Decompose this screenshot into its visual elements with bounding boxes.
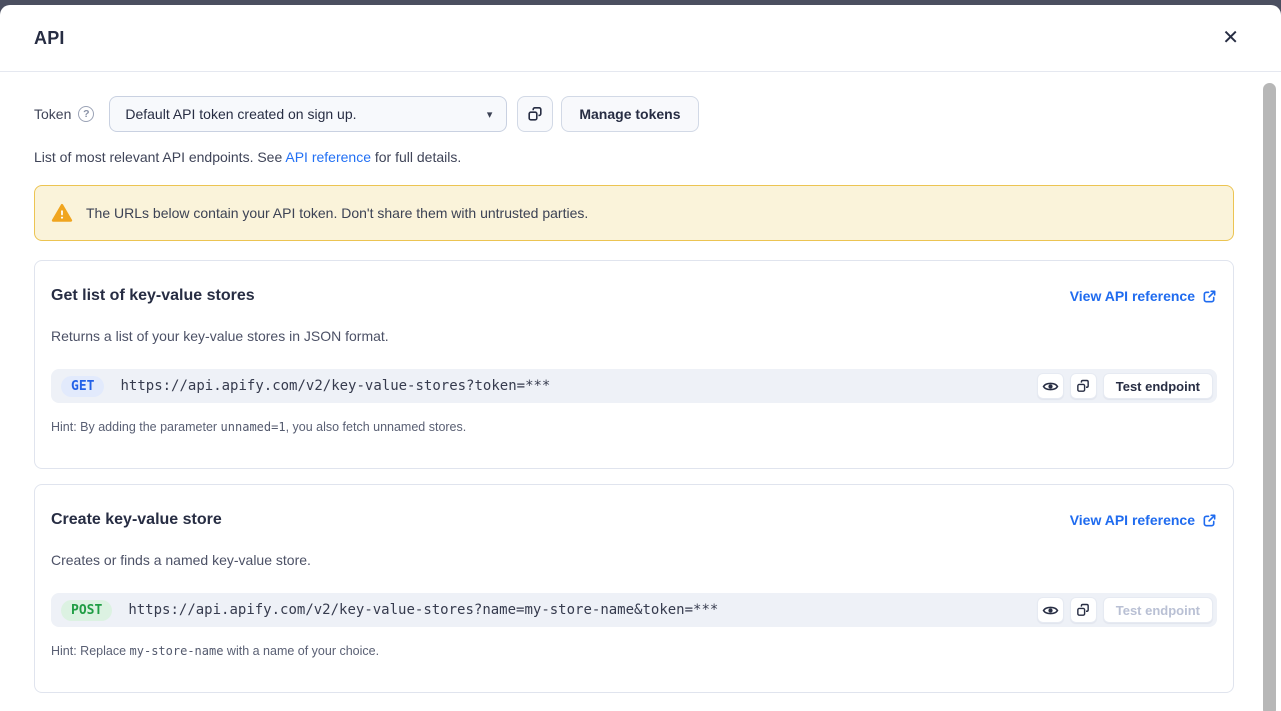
copy-url-button[interactable] — [1070, 597, 1097, 623]
card-title: Create key-value store — [51, 511, 222, 529]
chevron-down-icon: ▾ — [487, 108, 493, 121]
warning-banner: The URLs below contain your API token. D… — [34, 185, 1234, 241]
eye-icon — [1042, 378, 1059, 395]
page-backdrop: API ✕ Token ? Default API token created … — [0, 0, 1281, 711]
api-modal: API ✕ Token ? Default API token created … — [0, 5, 1281, 711]
token-label: Token — [34, 106, 71, 122]
card-head: Get list of key-value stores View API re… — [51, 287, 1217, 305]
token-select[interactable]: Default API token created on sign up. ▾ — [109, 96, 507, 132]
card-description: Returns a list of your key-value stores … — [51, 328, 1217, 345]
copy-url-button[interactable] — [1070, 373, 1097, 399]
endpoint-hint: Hint: Replace my-store-name with a name … — [51, 644, 1217, 658]
hint-code: unnamed=1 — [221, 420, 286, 434]
warning-icon — [51, 202, 73, 224]
eye-icon — [1042, 602, 1059, 619]
intro-after: for full details. — [371, 149, 461, 165]
modal-header: API ✕ — [0, 5, 1281, 72]
hint-after: with a name of your choice. — [223, 644, 379, 658]
copy-icon — [1075, 602, 1091, 618]
close-icon: ✕ — [1222, 27, 1239, 49]
modal-body: Token ? Default API token created on sig… — [0, 72, 1281, 693]
test-endpoint-button[interactable]: Test endpoint — [1103, 597, 1213, 623]
intro-before: List of most relevant API endpoints. See — [34, 149, 285, 165]
card-description: Creates or finds a named key-value store… — [51, 552, 1217, 569]
modal-title: API — [34, 28, 65, 49]
view-api-reference-link[interactable]: View API reference — [1070, 288, 1217, 304]
endpoint-url: https://api.apify.com/v2/key-value-store… — [120, 378, 1036, 394]
endpoint-card-get-list: Get list of key-value stores View API re… — [34, 260, 1234, 469]
copy-icon — [526, 105, 544, 123]
warning-text: The URLs below contain your API token. D… — [86, 205, 588, 221]
help-icon[interactable]: ? — [78, 106, 94, 122]
hint-before: Hint: Replace — [51, 644, 130, 658]
hint-code: my-store-name — [130, 644, 224, 658]
test-endpoint-button[interactable]: Test endpoint — [1103, 373, 1213, 399]
intro-text: List of most relevant API endpoints. See… — [34, 149, 1234, 165]
external-link-icon — [1202, 513, 1217, 528]
copy-icon — [1075, 378, 1091, 394]
scrollbar[interactable] — [1263, 83, 1276, 711]
close-button[interactable]: ✕ — [1216, 26, 1245, 50]
method-badge: GET — [61, 376, 104, 397]
copy-token-button[interactable] — [517, 96, 553, 132]
api-reference-link[interactable]: API reference — [285, 149, 371, 165]
token-select-value: Default API token created on sign up. — [125, 106, 356, 122]
hint-after: , you also fetch unnamed stores. — [286, 420, 467, 434]
url-row-controls: Test endpoint — [1037, 373, 1213, 399]
url-row-controls: Test endpoint — [1037, 597, 1213, 623]
card-head: Create key-value store View API referenc… — [51, 511, 1217, 529]
endpoint-url-row: GET https://api.apify.com/v2/key-value-s… — [51, 369, 1217, 403]
card-link-label: View API reference — [1070, 288, 1195, 304]
card-title: Get list of key-value stores — [51, 287, 255, 305]
view-api-reference-link[interactable]: View API reference — [1070, 512, 1217, 528]
show-token-button[interactable] — [1037, 373, 1064, 399]
endpoint-url: https://api.apify.com/v2/key-value-store… — [128, 602, 1036, 618]
method-badge: POST — [61, 600, 112, 621]
card-link-label: View API reference — [1070, 512, 1195, 528]
endpoint-card-create: Create key-value store View API referenc… — [34, 484, 1234, 693]
show-token-button[interactable] — [1037, 597, 1064, 623]
endpoint-url-row: POST https://api.apify.com/v2/key-value-… — [51, 593, 1217, 627]
endpoint-hint: Hint: By adding the parameter unnamed=1,… — [51, 420, 1217, 434]
hint-before: Hint: By adding the parameter — [51, 420, 221, 434]
external-link-icon — [1202, 289, 1217, 304]
question-mark-glyph: ? — [83, 108, 89, 120]
manage-tokens-button[interactable]: Manage tokens — [561, 96, 698, 132]
token-row: Token ? Default API token created on sig… — [34, 96, 1234, 132]
